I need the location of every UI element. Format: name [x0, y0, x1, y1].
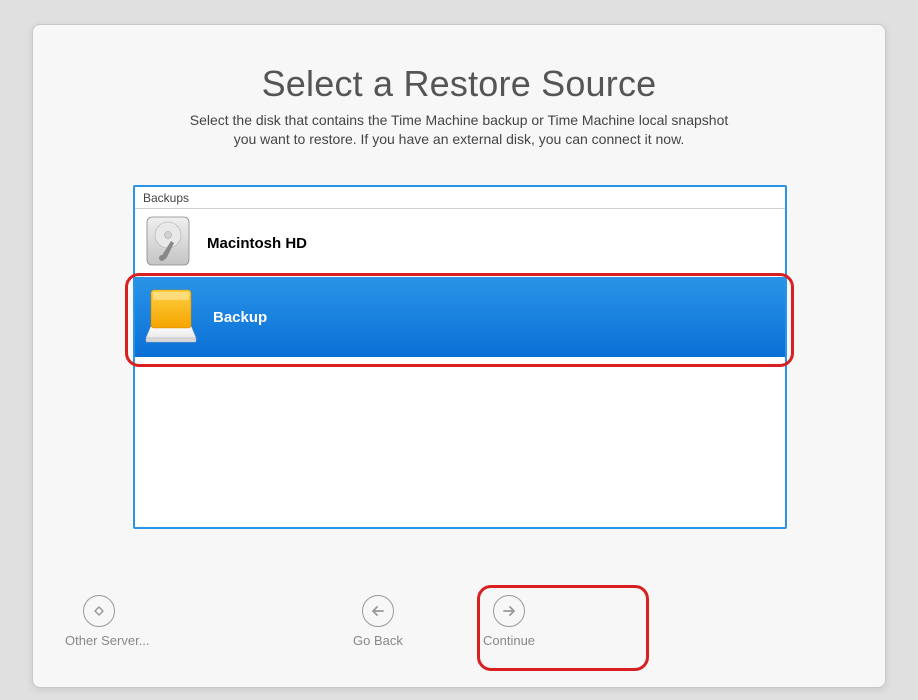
button-bar: Other Server... Go Back Continue	[33, 595, 885, 673]
button-label: Continue	[483, 633, 535, 648]
arrow-right-icon	[493, 595, 525, 627]
other-server-button[interactable]: Other Server...	[65, 595, 150, 648]
network-icon	[83, 595, 115, 627]
backups-list[interactable]: Backups Macintosh HD	[133, 185, 787, 529]
disk-label: Macintosh HD	[207, 235, 307, 252]
button-label: Go Back	[353, 633, 403, 648]
arrow-left-icon	[362, 595, 394, 627]
button-label: Other Server...	[65, 633, 150, 648]
list-item[interactable]: Backup	[135, 277, 785, 357]
page-title: Select a Restore Source	[33, 63, 885, 105]
external-disk-icon	[141, 284, 201, 351]
restore-source-window: Select a Restore Source Select the disk …	[32, 24, 886, 688]
header: Select a Restore Source Select the disk …	[33, 25, 885, 149]
continue-button[interactable]: Continue	[483, 595, 535, 648]
disk-label: Backup	[213, 309, 267, 326]
internal-disk-icon	[141, 215, 195, 272]
list-header-backups: Backups	[135, 187, 785, 209]
go-back-button[interactable]: Go Back	[353, 595, 403, 648]
page-subtitle: Select the disk that contains the Time M…	[33, 111, 885, 149]
list-item[interactable]: Macintosh HD	[135, 209, 785, 277]
